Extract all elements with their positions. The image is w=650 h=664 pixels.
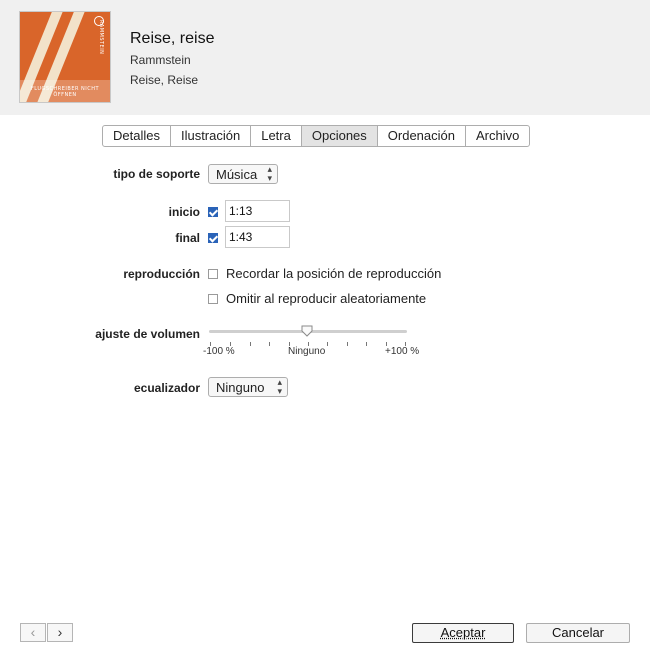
skip-shuffle-label[interactable]: Omitir al reproducir aleatoriamente <box>226 291 426 306</box>
artwork-band-name: RAMMSTEIN <box>98 20 104 55</box>
track-artist: Rammstein <box>130 53 191 67</box>
track-header: RAMMSTEIN FLUGSCHREIBER NICHT ÖFFNEN Rei… <box>0 0 650 115</box>
previous-track-button[interactable]: ‹ <box>20 623 46 642</box>
ok-button[interactable]: Aceptar <box>412 623 514 643</box>
volume-mid-label: Ninguno <box>288 346 326 357</box>
track-album: Reise, Reise <box>130 73 199 87</box>
start-label: inicio <box>168 205 200 219</box>
equalizer-label: ecualizador <box>133 381 200 395</box>
remember-position-label[interactable]: Recordar la posición de reproducción <box>226 266 441 281</box>
stop-label: final <box>175 231 200 245</box>
volume-label: ajuste de volumen <box>95 327 200 341</box>
ok-button-label: Aceptar <box>440 625 486 640</box>
equalizer-select[interactable]: Ninguno ▴ ▾ <box>208 377 288 397</box>
album-artwork: RAMMSTEIN FLUGSCHREIBER NICHT ÖFFNEN <box>20 12 110 102</box>
cancel-button[interactable]: Cancelar <box>526 623 630 643</box>
media-kind-select[interactable]: Música ▴ ▾ <box>208 164 278 184</box>
media-kind-value: Música <box>216 167 258 182</box>
tab-archivo[interactable]: Archivo <box>466 126 529 146</box>
playback-label: reproducción <box>123 267 200 281</box>
start-time-input[interactable]: 1:13 <box>225 200 290 222</box>
volume-tick <box>347 342 348 346</box>
tab-bar: Detalles Ilustración Letra Opciones Orde… <box>102 125 531 147</box>
stop-checkbox[interactable] <box>208 233 218 243</box>
remember-position-checkbox[interactable] <box>208 269 218 279</box>
volume-tick <box>250 342 251 346</box>
tab-ilustracion[interactable]: Ilustración <box>171 126 252 146</box>
media-kind-label: tipo de soporte <box>113 167 200 181</box>
updown-arrows-icon: ▴ ▾ <box>277 377 282 396</box>
volume-tick <box>327 342 328 346</box>
volume-max-label: +100 % <box>385 346 420 357</box>
tab-letra[interactable]: Letra <box>251 126 302 146</box>
volume-tick <box>269 342 270 346</box>
stop-time-input[interactable]: 1:43 <box>225 226 290 248</box>
next-track-button[interactable]: › <box>47 623 73 642</box>
tab-ordenacion[interactable]: Ordenación <box>378 126 466 146</box>
artwork-caption: FLUGSCHREIBER NICHT ÖFFNEN <box>30 86 100 98</box>
volume-min-label: -100 % <box>203 346 235 357</box>
updown-arrows-icon: ▴ ▾ <box>267 164 272 183</box>
track-title: Reise, reise <box>130 30 215 47</box>
equalizer-value: Ninguno <box>216 380 265 395</box>
volume-slider-thumb[interactable] <box>301 325 313 337</box>
tab-opciones[interactable]: Opciones <box>301 126 378 146</box>
volume-tick <box>366 342 367 346</box>
start-checkbox[interactable] <box>208 207 218 217</box>
skip-shuffle-checkbox[interactable] <box>208 294 218 304</box>
tab-detalles[interactable]: Detalles <box>103 126 171 146</box>
